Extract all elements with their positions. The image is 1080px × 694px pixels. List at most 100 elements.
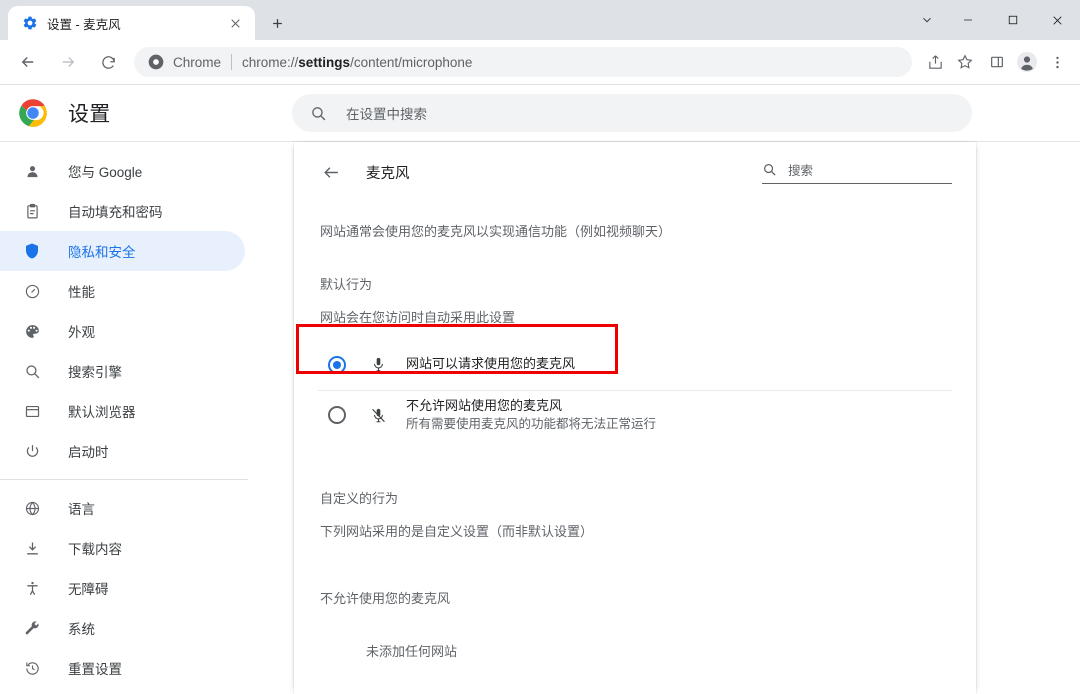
radio-option-block-microphone[interactable]: 不允许网站使用您的麦克风 所有需要使用麦克风的功能都将无法正常运行 (318, 389, 952, 440)
radio-option-label: 不允许网站使用您的麦克风 (406, 397, 563, 413)
sidebar-item-label: 系统 (68, 622, 95, 637)
radio-option-allow-microphone[interactable]: 网站可以请求使用您的麦克风 (318, 340, 952, 390)
sidebar-item-system[interactable]: 系统 (0, 608, 245, 648)
settings-search-input[interactable]: 在设置中搜索 (292, 94, 972, 132)
clipboard-icon (22, 201, 42, 221)
sidebar-item-autofill-passwords[interactable]: 自动填充和密码 (0, 191, 245, 231)
sidebar-item-label: 语言 (68, 502, 95, 517)
omnibox-url: chrome://settings/content/microphone (242, 55, 472, 70)
radio-button-selected[interactable] (328, 355, 346, 374)
tab-strip: 设置 - 麦克风 (0, 0, 1080, 40)
radio-option-description: 所有需要使用麦克风的功能都将无法正常运行 (406, 417, 657, 432)
sidebar-item-label: 启动时 (68, 445, 109, 460)
sidebar-item-accessibility[interactable]: 无障碍 (0, 568, 245, 608)
close-window-button[interactable] (1035, 0, 1080, 40)
wrench-icon (22, 618, 42, 638)
microphone-intro-text: 网站通常会使用您的麦克风以实现通信功能（例如视频聊天） (320, 224, 672, 239)
in-page-search-placeholder: 搜索 (788, 164, 814, 178)
search-icon (310, 105, 328, 122)
settings-search-placeholder: 在设置中搜索 (346, 107, 427, 122)
settings-body: 您与 Google 自动填充和密码 隐私和安全 性能 外观 搜索引擎 默认浏览器… (0, 141, 1080, 694)
browser-toolbar: Chrome chrome://settings/content/microph… (0, 40, 1080, 85)
sidebar-item-reset-settings[interactable]: 重置设置 (0, 648, 245, 688)
microphone-page-title: 麦克风 (366, 165, 410, 182)
tab-search-chevron-icon[interactable] (909, 0, 945, 40)
sidebar-item-label: 外观 (68, 325, 95, 340)
person-icon (22, 161, 42, 181)
url-suffix: /content/microphone (350, 54, 473, 70)
sidebar-item-label: 默认浏览器 (68, 405, 136, 420)
reload-icon[interactable] (92, 46, 124, 78)
window-controls (909, 0, 1080, 40)
sidebar-item-default-browser[interactable]: 默认浏览器 (0, 391, 245, 431)
globe-icon (22, 498, 42, 518)
microphone-off-icon (368, 405, 388, 425)
microphone-settings-card: 麦克风 搜索 网站通常会使用您的麦克风以实现通信功能（例如视频聊天） 默认行为 … (294, 142, 976, 694)
sidebar-item-appearance[interactable]: 外观 (0, 311, 245, 351)
history-restore-icon (22, 658, 42, 678)
tab-title: 设置 - 麦克风 (47, 17, 121, 32)
minimize-button[interactable] (945, 0, 990, 40)
shield-icon (22, 241, 42, 261)
sidebar-item-on-startup[interactable]: 启动时 (0, 431, 245, 471)
browser-tab-settings[interactable]: 设置 - 麦克风 (8, 6, 255, 40)
browser-window-icon (22, 401, 42, 421)
search-icon (22, 361, 42, 381)
sidebar-item-label: 搜索引擎 (68, 365, 122, 380)
settings-sidebar: 您与 Google 自动填充和密码 隐私和安全 性能 外观 搜索引擎 默认浏览器… (0, 142, 248, 694)
card-header: 麦克风 搜索 (318, 142, 952, 198)
radio-button-unselected[interactable] (328, 406, 346, 424)
settings-content-area: 麦克风 搜索 网站通常会使用您的麦克风以实现通信功能（例如视频聊天） 默认行为 … (248, 142, 1080, 694)
chrome-icon (148, 54, 164, 70)
share-icon[interactable] (920, 47, 950, 77)
forward-arrow-icon[interactable] (52, 46, 84, 78)
back-arrow-icon[interactable] (12, 46, 44, 78)
sidebar-item-privacy-security[interactable]: 隐私和安全 (0, 231, 245, 271)
maximize-button[interactable] (990, 0, 1035, 40)
page-title: 设置 (68, 103, 111, 126)
avatar-icon[interactable] (1012, 47, 1042, 77)
sidebar-item-search-engine[interactable]: 搜索引擎 (0, 351, 245, 391)
sidebar-item-label: 您与 Google (68, 165, 143, 180)
sidebar-divider (0, 479, 248, 480)
sidebar-item-performance[interactable]: 性能 (0, 271, 245, 311)
default-behavior-heading: 默认行为 (320, 276, 373, 292)
power-icon (22, 441, 42, 461)
microphone-icon (368, 355, 388, 375)
default-behavior-subheading: 网站会在您访问时自动采用此设置 (320, 309, 516, 325)
sidebar-item-label: 重置设置 (68, 662, 122, 677)
palette-icon (22, 321, 42, 341)
close-icon[interactable] (225, 13, 245, 33)
address-bar[interactable]: Chrome chrome://settings/content/microph… (134, 47, 912, 77)
settings-header: 设置 在设置中搜索 (0, 85, 1080, 141)
custom-behavior-subheading: 下列网站采用的是自定义设置（而非默认设置） (320, 523, 594, 539)
default-behavior-radio-group: 网站可以请求使用您的麦克风 不允许网站使用您的麦克风 所有需要使用麦克风的功能都… (318, 340, 952, 440)
sidebar-item-label: 下载内容 (68, 542, 122, 557)
sidebar-item-you-and-google[interactable]: 您与 Google (0, 151, 245, 191)
back-arrow-icon[interactable] (318, 159, 344, 185)
radio-option-texts: 不允许网站使用您的麦克风 所有需要使用麦克风的功能都将无法正常运行 (406, 397, 656, 434)
sidebar-item-downloads[interactable]: 下载内容 (0, 528, 245, 568)
custom-behavior-heading: 自定义的行为 (320, 490, 399, 506)
url-bold-part: settings (298, 54, 351, 70)
star-icon[interactable] (950, 47, 980, 77)
sidebar-item-label: 无障碍 (68, 582, 109, 597)
download-icon (22, 538, 42, 558)
new-tab-button[interactable] (263, 9, 291, 37)
search-icon (762, 162, 778, 177)
sidebar-item-languages[interactable]: 语言 (0, 488, 245, 528)
side-panel-icon[interactable] (982, 47, 1012, 77)
radio-option-label: 网站可以请求使用您的麦克风 (406, 356, 576, 372)
speedometer-icon (22, 281, 42, 301)
sidebar-item-label: 自动填充和密码 (68, 205, 163, 220)
three-dot-menu-icon[interactable] (1042, 47, 1072, 77)
in-page-search-input[interactable]: 搜索 (762, 160, 952, 184)
radio-option-texts: 网站可以请求使用您的麦克风 (406, 355, 575, 374)
sidebar-item-label: 性能 (68, 285, 95, 300)
accessibility-icon (22, 578, 42, 598)
omnibox-scheme-label: Chrome (173, 54, 222, 70)
gear-icon (22, 15, 38, 31)
chrome-logo-icon (18, 98, 48, 128)
blocked-sites-empty-note: 未添加任何网站 (366, 643, 458, 659)
omnibox-separator (231, 54, 233, 70)
